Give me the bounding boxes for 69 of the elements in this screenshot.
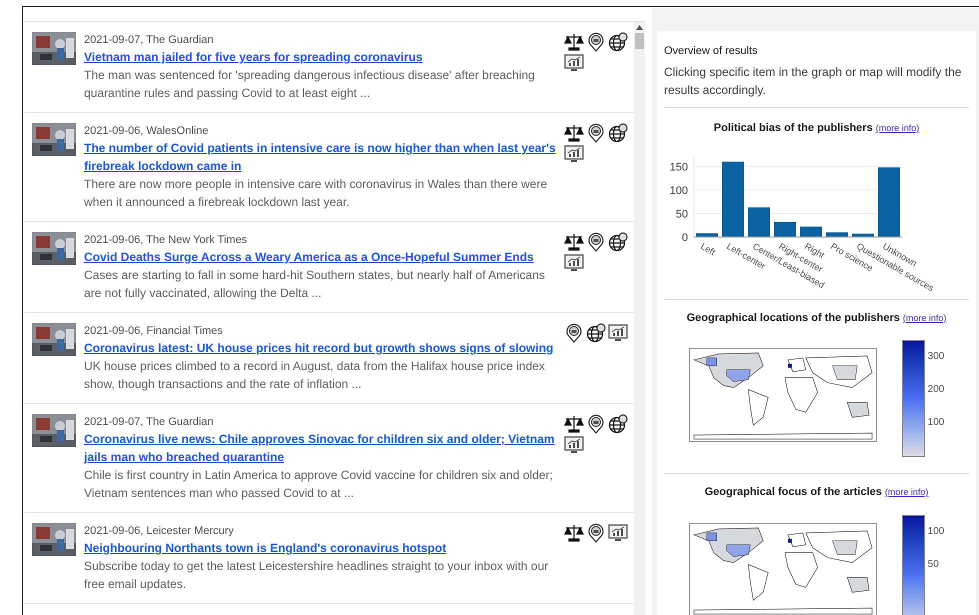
map-title: Geographical locations of the publishers: [686, 310, 900, 326]
more-info-link[interactable]: (more info): [884, 486, 928, 500]
bar[interactable]: [826, 232, 848, 236]
scroll-up-icon[interactable]: [636, 25, 643, 30]
location-pin-icon[interactable]: [586, 232, 606, 252]
location-pin-icon[interactable]: [586, 523, 606, 543]
world-map-drawing[interactable]: [688, 522, 877, 615]
location-pin-icon[interactable]: [586, 123, 606, 143]
overview-title: Overview of results: [664, 44, 759, 59]
monitor-chart-icon[interactable]: [564, 144, 584, 164]
article-meta: 2021-09-06, The New York Times: [84, 233, 248, 248]
bar[interactable]: [800, 226, 822, 236]
scale-tick-label: 100: [928, 524, 944, 538]
axis-tick-label: 150: [670, 160, 688, 173]
article-summary: Subscribe today to get the latest Leicestershire headlines straight to your inbox with our free email updates.: [84, 558, 550, 593]
monitor-chart-icon[interactable]: [608, 523, 628, 543]
scale-icon[interactable]: [564, 32, 584, 52]
article-meta: 2021-09-06, Leicester Mercury: [84, 524, 235, 539]
bar[interactable]: [696, 232, 718, 236]
scale-icon[interactable]: [564, 523, 584, 543]
category-label: Left: [699, 240, 717, 257]
scale-icon[interactable]: [564, 232, 584, 252]
monitor-chart-icon[interactable]: [564, 53, 584, 73]
scale-tick-label: 100: [928, 416, 944, 429]
article-meta: 2021-09-06, Financial Times: [84, 324, 224, 339]
article-meta: 2021-09-06, WalesOnline: [84, 124, 210, 139]
more-info-link[interactable]: (more info): [876, 122, 920, 136]
scale-icon[interactable]: [564, 414, 584, 434]
article-title-link[interactable]: Vietnam man jailed for five years for spreading coronavirus: [84, 48, 556, 66]
globe-icon[interactable]: [608, 414, 628, 434]
map-title: Geographical focus of the articles: [704, 485, 882, 500]
article-summary: UK house prices climbed to a record in August, data from the Halifax house price index show, though transactions and the rate of inflation ...: [84, 358, 546, 393]
article-title-link[interactable]: Covid Deaths Surge Across a Weary America as a Once-Hopeful Summer Ends: [84, 248, 556, 266]
article-title-link[interactable]: Coronavirus live news: Chile approves Sinovac for children six and older; Vietnam jails man who breached quarantine: [84, 430, 556, 466]
axis-tick-label: 100: [670, 184, 688, 196]
monitor-chart-icon[interactable]: [564, 435, 584, 455]
scale-tick-label: 50: [928, 558, 940, 570]
globe-icon[interactable]: [608, 123, 628, 143]
article-title-link[interactable]: The number of Covid patients in intensive care is now higher than when last year's firebreak lockdown came in: [84, 139, 556, 175]
article-meta: 2021-09-07, The Guardian: [84, 415, 214, 430]
globe-icon[interactable]: [608, 232, 628, 252]
more-info-link[interactable]: (more info): [902, 312, 946, 325]
chart-title: Political bias of the publishers: [714, 121, 873, 136]
article-title-link[interactable]: Neighbouring Northants town is England's coronavirus hotspot: [84, 539, 556, 557]
article-summary: Cases are starting to fall in some hard-hit Southern states, but nearly half of Americans are not fully vaccinated, allowing the Delta ...: [84, 267, 546, 302]
scale-tick-label: 300: [928, 350, 944, 363]
overview-description: Clicking specific item in the graph or map will modify the results accordingly.: [664, 63, 969, 108]
article-summary: Chile is first country in Latin America to approve Covid vaccine for children six and older; Vietnam sentences man who passed Covid to at ...: [84, 467, 554, 502]
globe-icon[interactable]: [608, 32, 628, 52]
article-title-link[interactable]: Coronavirus latest: UK house prices hit record but growth shows signs of slowing: [84, 339, 556, 357]
article-summary: There are now more people in intensive care with coronavirus in Wales than there were when it announced a firebreak lockdown last year.: [84, 176, 548, 211]
scrollbar-thumb[interactable]: [635, 33, 644, 49]
monitor-chart-icon[interactable]: [564, 253, 584, 273]
article-summary: The man was sentenced for 'spreading dangerous infectious disease' after breaching quarantine rules and passing Covid to at least eight ...: [84, 67, 536, 102]
bar[interactable]: [748, 206, 770, 236]
bar[interactable]: [852, 233, 874, 236]
world-map-drawing[interactable]: [688, 348, 877, 442]
location-pin-icon[interactable]: [586, 32, 606, 52]
bar[interactable]: [774, 221, 796, 236]
globe-icon[interactable]: [586, 323, 606, 343]
article-meta: 2021-09-07, The Guardian: [84, 33, 214, 48]
monitor-chart-icon[interactable]: [608, 323, 628, 343]
scale-icon[interactable]: [564, 123, 584, 143]
location-pin-icon[interactable]: [564, 323, 584, 343]
axis-tick-label: 50: [676, 208, 688, 220]
scrollbar[interactable]: [634, 22, 645, 615]
location-pin-icon[interactable]: [586, 414, 606, 434]
axis-tick-label: 0: [682, 232, 688, 244]
scale-tick-label: 200: [928, 383, 944, 396]
